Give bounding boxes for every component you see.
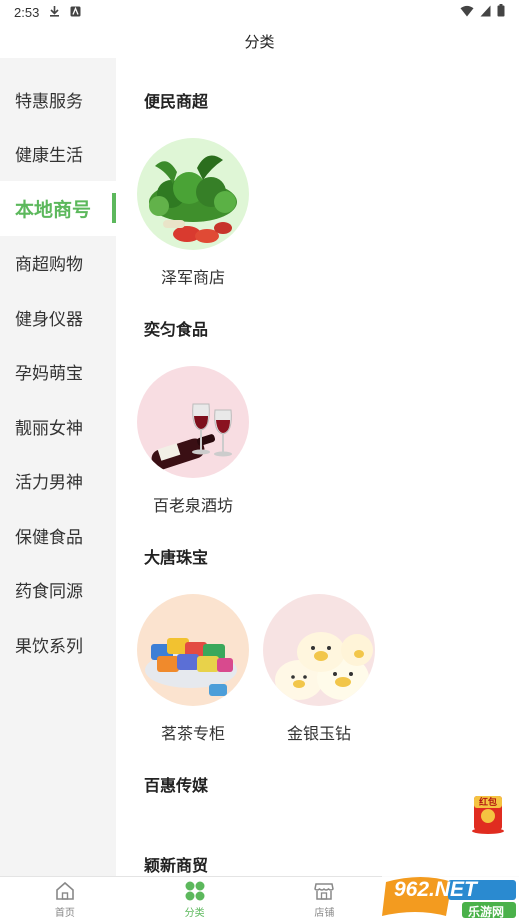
nav-store[interactable]: 店铺	[260, 877, 390, 922]
sidebar-item-label: 靓丽女神	[15, 418, 83, 438]
download-icon	[49, 5, 60, 20]
sidebar-item-label: 健身仪器	[15, 309, 83, 329]
shop-card[interactable]: 金银玉钻	[263, 594, 375, 744]
sidebar-item-healthy-life[interactable]: 健康生活	[0, 127, 116, 182]
red-packet-text: 红包	[478, 797, 497, 807]
section-title: 百惠传媒	[144, 778, 209, 795]
shop-name: 茗茶专柜	[160, 726, 225, 743]
section-title: 奕匀食品	[144, 322, 209, 339]
shop-name: 泽军商店	[160, 270, 225, 287]
sidebar-item-medicinal-food[interactable]: 药食同源	[0, 563, 116, 618]
sidebar-item-label: 保健食品	[15, 527, 83, 547]
shop-image-wine	[137, 366, 249, 478]
sidebar-item-label: 果饮系列	[15, 636, 83, 656]
sidebar-item-fitness-equipment[interactable]: 健身仪器	[0, 290, 116, 345]
nav-label: 店铺	[314, 908, 335, 919]
shop-image-vegetables	[137, 138, 249, 250]
watermark-brand: 962.NET	[394, 878, 477, 901]
status-bar: 2:53	[0, 0, 519, 24]
status-time: 2:53	[14, 4, 40, 20]
page-header: 分类	[0, 24, 519, 58]
section-title: 便民商超	[144, 94, 209, 111]
sidebar-item-label: 健康生活	[15, 146, 83, 166]
sidebar-item-supermarket[interactable]: 商超购物	[0, 236, 116, 291]
signal-icon	[480, 5, 491, 20]
shop-image-candy	[137, 594, 249, 706]
app-notification-icon	[70, 5, 81, 20]
sidebar-item-health-food[interactable]: 保健食品	[0, 508, 116, 563]
sidebar-item-mother-baby[interactable]: 孕妈萌宝	[0, 345, 116, 400]
section-title: 颖新商贸	[144, 858, 209, 875]
home-icon	[54, 880, 76, 902]
status-left: 2:53	[14, 5, 81, 20]
sidebar-item-label: 活力男神	[15, 473, 83, 493]
shop-card[interactable]: 茗茶专柜	[137, 594, 249, 744]
status-right	[460, 4, 505, 20]
wifi-icon	[460, 5, 474, 20]
nav-home[interactable]: 首页	[0, 877, 130, 922]
shop-card[interactable]: 泽军商店	[137, 138, 249, 288]
sidebar-item-special-services[interactable]: 特惠服务	[0, 72, 116, 127]
section-title: 大唐珠宝	[144, 550, 209, 567]
sidebar-item-men[interactable]: 活力男神	[0, 454, 116, 509]
shop-card[interactable]: 百老泉酒坊	[137, 366, 249, 516]
sidebar-item-label: 药食同源	[15, 582, 83, 602]
sidebar-item-label: 本地商号	[15, 199, 92, 221]
red-packet-badge[interactable]: 红包	[470, 790, 506, 834]
sidebar-item-label: 孕妈萌宝	[15, 364, 83, 384]
watermark-sub: 乐游网	[468, 905, 505, 919]
sidebar-item-label: 特惠服务	[15, 91, 83, 111]
watermark-logo: 962.NET 乐游网	[382, 872, 519, 922]
battery-icon	[497, 4, 505, 20]
sidebar-item-women[interactable]: 靓丽女神	[0, 399, 116, 454]
sidebar-item-label: 商超购物	[15, 255, 83, 275]
sidebar-item-local-shops[interactable]: 本地商号	[0, 181, 116, 236]
category-sidebar: 特惠服务 健康生活 本地商号 商超购物 健身仪器 孕妈萌宝 靓丽女神 活力男神 …	[0, 58, 116, 876]
shop-name: 金银玉钻	[286, 726, 351, 743]
page-title: 分类	[244, 33, 275, 51]
shop-image-piggy-buns	[263, 594, 375, 706]
grid-icon	[184, 880, 206, 902]
nav-category[interactable]: 分类	[130, 877, 260, 922]
shop-list: 便民商超 泽军商店 奕匀食品 百老泉酒坊 大唐珠宝 茗茶专柜 金银玉钻 百惠传媒…	[116, 58, 519, 876]
nav-label: 分类	[184, 908, 205, 919]
nav-label: 首页	[54, 908, 75, 919]
shop-name: 百老泉酒坊	[152, 498, 233, 515]
store-icon	[313, 880, 335, 902]
sidebar-item-fruit-drinks[interactable]: 果饮系列	[0, 617, 116, 672]
